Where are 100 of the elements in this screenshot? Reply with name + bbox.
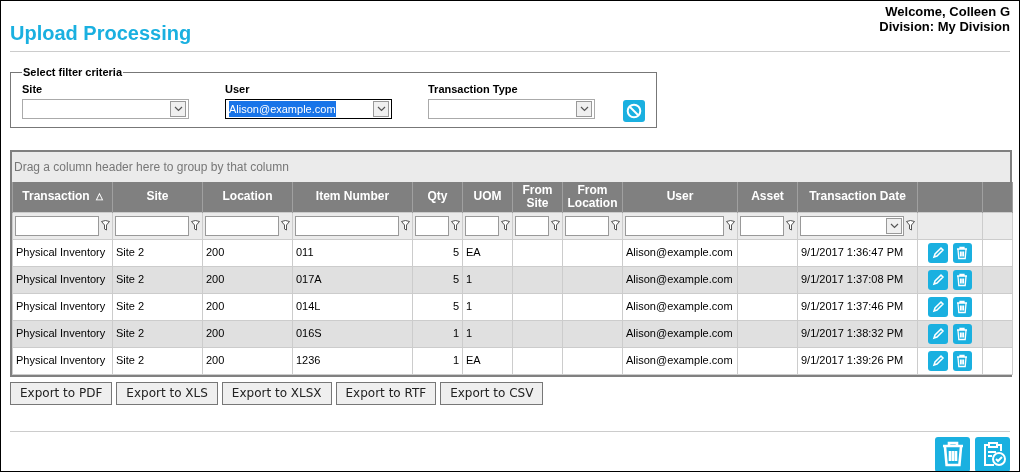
- pencil-icon: [930, 353, 945, 368]
- table-cell: 9/1/2017 1:37:08 PM: [801, 273, 904, 286]
- group-hint: Drag a column header here to group by that column: [14, 159, 289, 176]
- delete-button[interactable]: [952, 323, 972, 344]
- dropdown-button[interactable]: [886, 217, 902, 234]
- table-cell: 9/1/2017 1:37:46 PM: [801, 300, 904, 313]
- filter-icon[interactable]: [501, 220, 510, 231]
- table-cell: 011: [296, 246, 314, 259]
- field-label: Transaction Type: [428, 81, 519, 97]
- filter-icon[interactable]: [786, 220, 795, 231]
- export-button[interactable]: Export to CSV: [440, 381, 544, 405]
- table-cell: Alison@example.com: [626, 354, 733, 367]
- filter-icon[interactable]: [101, 220, 110, 231]
- filter-field[interactable]: [625, 215, 724, 236]
- clear-filter-button[interactable]: [623, 100, 645, 122]
- export-button[interactable]: Export to XLS: [116, 381, 218, 405]
- filter-icon[interactable]: [281, 220, 290, 231]
- table-cell: 1: [452, 327, 459, 340]
- dropdown-field[interactable]: Alison@example.com: [225, 99, 392, 119]
- dropdown-button[interactable]: [373, 101, 389, 117]
- column-header[interactable]: Location: [202, 182, 293, 212]
- filter-field[interactable]: [465, 215, 499, 236]
- edit-button[interactable]: [928, 242, 948, 263]
- filter-field[interactable]: [740, 215, 784, 236]
- filter-field[interactable]: [15, 215, 99, 236]
- chevron-icon: [376, 106, 386, 112]
- field-label: Site: [22, 81, 44, 97]
- chevron-icon: [889, 222, 899, 229]
- dropdown-button[interactable]: [170, 101, 186, 117]
- no-entry-icon: [626, 103, 642, 119]
- column-header[interactable]: User: [622, 182, 738, 212]
- date-filter-field[interactable]: [800, 215, 904, 236]
- filter-field[interactable]: [115, 215, 189, 236]
- column-header[interactable]: Qty: [412, 182, 463, 212]
- edit-button[interactable]: [928, 269, 948, 290]
- pencil-icon: [930, 299, 945, 314]
- column-header[interactable]: Site: [112, 182, 203, 212]
- process-button[interactable]: [975, 436, 1010, 471]
- edit-button[interactable]: [928, 296, 948, 317]
- filter-icon[interactable]: [401, 220, 410, 231]
- table-cell: 5: [452, 300, 459, 313]
- table-cell: 9/1/2017 1:36:47 PM: [801, 246, 904, 259]
- table-cell: Site 2: [116, 327, 145, 340]
- filter-icon[interactable]: [191, 220, 200, 231]
- page-title: Upload Processing: [10, 21, 192, 46]
- filter-field[interactable]: [295, 215, 399, 236]
- filter-icon[interactable]: [451, 220, 460, 231]
- delete-button[interactable]: [952, 350, 972, 371]
- column-header[interactable]: Asset: [737, 182, 798, 212]
- table-cell: 5: [452, 246, 459, 259]
- table-cell: 200: [206, 246, 225, 259]
- table-cell: Site 2: [116, 273, 145, 286]
- dropdown-button[interactable]: [576, 101, 592, 117]
- table-cell: 1236: [296, 354, 321, 367]
- export-button[interactable]: Export to XLSX: [221, 381, 332, 405]
- filter-field[interactable]: [565, 215, 609, 236]
- trash-icon: [955, 326, 970, 341]
- table-cell: Site 2: [116, 354, 145, 367]
- edit-button[interactable]: [928, 323, 948, 344]
- table-cell: 200: [206, 354, 225, 367]
- filter-icon[interactable]: [906, 220, 915, 231]
- delete-button[interactable]: [952, 269, 972, 290]
- pencil-icon: [930, 272, 945, 287]
- table-cell: 016S: [296, 327, 322, 340]
- pencil-icon: [930, 245, 945, 260]
- table-cell: 200: [206, 327, 225, 340]
- filter-icon[interactable]: [611, 220, 620, 231]
- column-header[interactable]: Transaction △: [12, 182, 113, 212]
- table-cell: 1: [466, 273, 473, 286]
- trash-icon: [955, 245, 970, 260]
- export-button[interactable]: Export to PDF: [10, 381, 113, 405]
- table-cell: 200: [206, 273, 225, 286]
- filter-field[interactable]: [205, 215, 279, 236]
- filter-field[interactable]: [515, 215, 549, 236]
- sort-indicator: △: [95, 190, 103, 204]
- column-header[interactable]: UOM: [462, 182, 513, 212]
- dropdown-field[interactable]: [22, 99, 189, 119]
- filter-field[interactable]: [415, 215, 449, 236]
- dropdown-field[interactable]: [428, 99, 595, 119]
- table-cell: 9/1/2017 1:39:26 PM: [801, 354, 904, 367]
- table-cell: Alison@example.com: [626, 300, 733, 313]
- filter-legend: Select filter criteria: [22, 64, 124, 81]
- field-value: Alison@example.com: [229, 100, 336, 118]
- edit-button[interactable]: [928, 350, 948, 371]
- filter-icon[interactable]: [726, 220, 735, 231]
- table-cell: 014L: [296, 300, 321, 313]
- table-cell: Alison@example.com: [626, 273, 733, 286]
- delete-button[interactable]: [952, 296, 972, 317]
- column-header[interactable]: Transaction Date: [797, 182, 918, 212]
- filter-icon[interactable]: [551, 220, 560, 231]
- column-header[interactable]: Item Number: [292, 182, 413, 212]
- table-cell: 200: [206, 300, 225, 313]
- column-header[interactable]: From Location: [562, 182, 623, 212]
- delete-all-button[interactable]: [935, 436, 970, 471]
- trash-icon: [955, 353, 970, 368]
- export-button[interactable]: Export to RTF: [335, 381, 437, 405]
- table-cell: EA: [466, 246, 481, 259]
- table-cell: Alison@example.com: [626, 246, 733, 259]
- delete-button[interactable]: [952, 242, 972, 263]
- column-header[interactable]: From Site: [512, 182, 563, 212]
